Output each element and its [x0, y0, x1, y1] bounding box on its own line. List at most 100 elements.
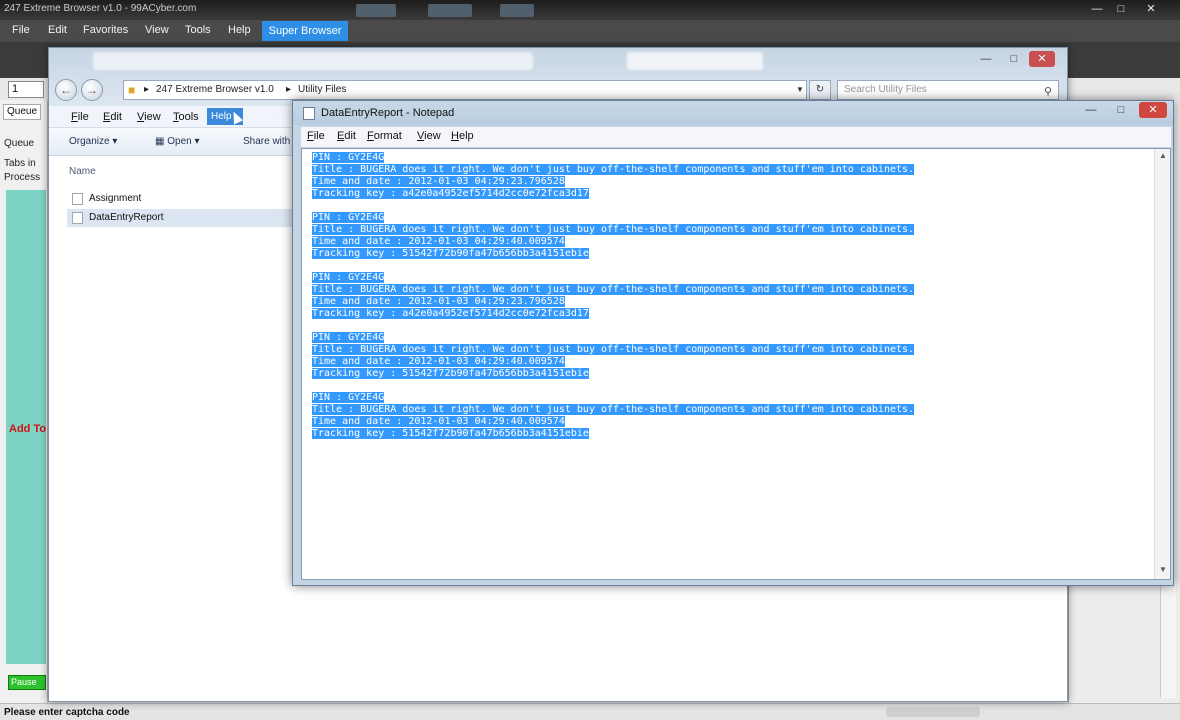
menu-label: ools — [178, 111, 199, 123]
text-line[interactable]: Tracking key : 51542f72b90fa47b656bb3a41… — [312, 368, 914, 380]
selected-text: PIN : GY2E4G — [312, 272, 385, 283]
menu-help[interactable]: Help — [451, 130, 474, 142]
menu-tools[interactable]: Tools — [173, 111, 199, 123]
menu-tools[interactable]: Tools — [185, 24, 211, 36]
text-line[interactable] — [312, 320, 914, 332]
menu-edit[interactable]: Edit — [48, 24, 67, 36]
menu-view[interactable]: View — [145, 24, 169, 36]
menu-accel-key: F — [367, 130, 374, 142]
chevron-down-icon: ▾ — [112, 136, 118, 147]
menu-help[interactable]: Help — [228, 24, 251, 36]
text-line[interactable]: Time and date : 2012-01-03 04:29:23.7965… — [312, 176, 914, 188]
text-line[interactable]: Title : BUGERA does it right. We don't j… — [312, 344, 915, 356]
menu-label: ormat — [373, 130, 402, 142]
text-line[interactable]: Time and date : 2012-01-03 04:29:23.7965… — [312, 296, 914, 308]
notepad-menubar: File Edit Format View Help — [301, 127, 1171, 147]
pause-button[interactable]: Pause — [8, 675, 46, 690]
text-line[interactable]: PIN : GY2E4G — [312, 212, 914, 224]
scroll-up-icon[interactable]: ▲ — [1159, 151, 1167, 160]
selected-text: Tracking key : 51542f72b90fa47b656bb3a41… — [312, 428, 589, 439]
text-line[interactable] — [312, 200, 914, 212]
text-line[interactable]: Tracking key : 51542f72b90fa47b656bb3a41… — [312, 428, 914, 440]
statusbar: Please enter captcha code — [0, 703, 1180, 720]
organize-button[interactable]: Organize ▾ — [69, 136, 117, 147]
menu-view[interactable]: View — [137, 111, 161, 123]
refresh-icon[interactable]: ↻ — [809, 80, 831, 100]
menu-edit[interactable]: Edit — [337, 130, 356, 142]
text-line[interactable]: Time and date : 2012-01-03 04:29:40.0095… — [312, 236, 914, 248]
search-icon: ⚲ — [1044, 86, 1053, 98]
name-column-header[interactable]: Name — [69, 166, 96, 177]
maximize-icon[interactable]: □ — [1107, 102, 1135, 118]
menu-file[interactable]: File — [12, 24, 30, 36]
file-name: DataEntryReport — [89, 212, 164, 223]
text-line[interactable]: PIN : GY2E4G — [312, 332, 914, 344]
file-item-dataentryreport[interactable]: DataEntryReport — [67, 209, 295, 227]
text-line[interactable]: Tracking key : a42e0a4952ef5714d2cc0e72f… — [312, 308, 914, 320]
text-line[interactable]: Title : BUGERA does it right. We don't j… — [312, 164, 915, 176]
close-icon[interactable]: ✕ — [1139, 102, 1167, 118]
app-title: 247 Extreme Browser v1.0 - 99ACyber.com — [4, 3, 197, 14]
menu-edit[interactable]: Edit — [103, 111, 122, 123]
forward-arrow-icon[interactable]: → — [81, 79, 103, 101]
open-button[interactable]: ▦ Open ▾ — [155, 136, 200, 147]
menu-favorites[interactable]: Favorites — [83, 24, 128, 36]
back-arrow-icon[interactable]: ← — [55, 79, 77, 101]
menu-label: iew — [424, 130, 441, 142]
selected-text: PIN : GY2E4G — [312, 212, 385, 223]
selected-text: Title : BUGERA does it right. We don't j… — [312, 284, 915, 295]
text-line[interactable]: Time and date : 2012-01-03 04:29:40.0095… — [312, 416, 914, 428]
selected-text: Title : BUGERA does it right. We don't j… — [312, 404, 915, 415]
app-menubar: File Edit Favorites View Tools Help — [0, 20, 1180, 42]
minimize-icon[interactable]: — — [973, 51, 999, 67]
taskbar-thumbnail[interactable] — [428, 4, 472, 17]
search-placeholder: Search Utility Files — [844, 84, 927, 95]
menu-view[interactable]: View — [417, 130, 441, 142]
text-line[interactable]: Time and date : 2012-01-03 04:29:40.0095… — [312, 356, 914, 368]
text-line[interactable]: Title : BUGERA does it right. We don't j… — [312, 404, 915, 416]
minimize-icon[interactable]: — — [1077, 102, 1105, 118]
breadcrumb-item[interactable]: Utility Files — [298, 84, 346, 95]
super-browser-button[interactable]: Super Browser — [262, 21, 348, 41]
selected-text: Title : BUGERA does it right. We don't j… — [312, 164, 915, 175]
notepad-text-area[interactable]: PIN : GY2E4G Title : BUGERA does it right… — [301, 148, 1171, 580]
menu-label: dit — [344, 130, 356, 142]
selected-text: Time and date : 2012-01-03 04:29:40.0095… — [312, 416, 565, 427]
selected-text: Tracking key : a42e0a4952ef5714d2cc0e72f… — [312, 188, 589, 199]
add-to-label[interactable]: Add To — [9, 423, 46, 435]
tabs-in-label: Tabs in — [4, 158, 36, 169]
breadcrumb-separator-icon: ▸ — [144, 84, 150, 95]
text-line[interactable]: Title : BUGERA does it right. We don't j… — [312, 224, 915, 236]
file-item-assignment[interactable]: Assignment — [67, 190, 295, 208]
text-line[interactable] — [312, 380, 914, 392]
text-line[interactable] — [312, 260, 914, 272]
menu-file[interactable]: File — [71, 111, 89, 123]
maximize-icon[interactable]: □ — [1110, 2, 1132, 17]
search-input[interactable]: Search Utility Files ⚲ — [837, 80, 1059, 100]
maximize-icon[interactable]: □ — [1001, 51, 1027, 67]
close-icon[interactable]: ✕ — [1140, 2, 1162, 17]
taskbar-thumbnail[interactable] — [500, 4, 534, 17]
minimize-icon[interactable]: — — [1086, 2, 1108, 17]
text-line[interactable]: Tracking key : a42e0a4952ef5714d2cc0e72f… — [312, 188, 914, 200]
text-line[interactable]: PIN : GY2E4G — [312, 392, 914, 404]
breadcrumb-item[interactable]: 247 Extreme Browser v1.0 — [156, 84, 274, 95]
text-line[interactable]: Tracking key : 51542f72b90fa47b656bb3a41… — [312, 248, 914, 260]
page-number-field[interactable]: 1 — [8, 81, 44, 98]
horizontal-scrollbar[interactable] — [886, 707, 980, 717]
taskbar-thumbnail[interactable] — [356, 4, 396, 17]
tab-queue[interactable]: Queue — [3, 104, 41, 120]
close-icon[interactable]: ✕ — [1029, 51, 1055, 67]
menu-format[interactable]: Format — [367, 130, 402, 142]
text-line[interactable]: Title : BUGERA does it right. We don't j… — [312, 284, 915, 296]
text-line[interactable]: PIN : GY2E4G — [312, 152, 914, 164]
vertical-scrollbar[interactable]: ▲ ▼ — [1154, 149, 1170, 579]
menu-file[interactable]: File — [307, 130, 325, 142]
chevron-down-icon: ▾ — [194, 136, 200, 147]
chevron-down-icon[interactable]: ▼ — [793, 81, 807, 99]
address-bar[interactable]: ■ ▸ 247 Extreme Browser v1.0 ▸ Utility F… — [123, 80, 807, 100]
scroll-down-icon[interactable]: ▼ — [1159, 565, 1167, 574]
text-line[interactable]: PIN : GY2E4G — [312, 272, 914, 284]
menu-label: ile — [313, 130, 325, 142]
share-with-button[interactable]: Share with — [243, 136, 290, 147]
